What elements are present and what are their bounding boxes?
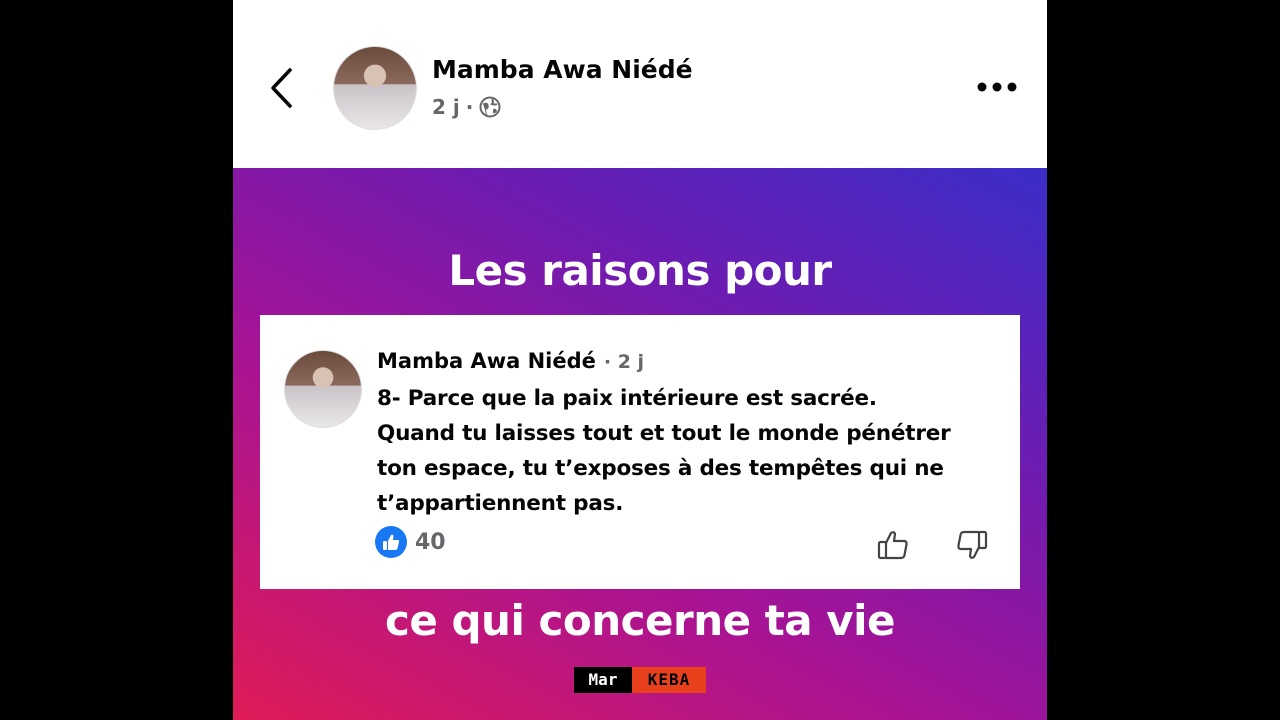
post-header: Mamba Awa Niédé 2 j · <box>233 0 1047 168</box>
author-name[interactable]: Mamba Awa Niédé <box>432 55 693 84</box>
post-image[interactable]: Les raisons pour Mamba Awa Niédé · 2 j 8… <box>233 168 1047 720</box>
comment-header: Mamba Awa Niédé · 2 j <box>377 349 644 373</box>
comment-author-avatar <box>284 350 362 428</box>
like-icon <box>383 534 400 550</box>
like-badge <box>375 526 407 558</box>
post-time[interactable]: 2 j <box>432 95 460 119</box>
comment-line: t’appartiennent pas. <box>377 491 624 516</box>
comment-line: Quand tu laisses tout et tout le monde p… <box>377 421 951 446</box>
post-meta: 2 j · <box>432 95 501 119</box>
more-options-button[interactable] <box>975 76 1019 98</box>
globe-icon <box>479 96 501 118</box>
thumbs-down-button <box>954 527 990 563</box>
thumbs-up-icon <box>877 531 908 560</box>
comment-text: 8- Parce que la paix intérieure est sacr… <box>377 381 997 521</box>
comment-line: 8- Parce que la paix intérieure est sacr… <box>377 386 877 411</box>
thumbs-down-icon <box>957 530 988 559</box>
banner-headline-top: Les raisons pour <box>448 246 832 295</box>
banner-headline-bottom: ce qui concerne ta vie <box>384 596 896 645</box>
comment-author-name: Mamba Awa Niédé <box>377 349 596 373</box>
reaction-count: 40 <box>415 529 446 555</box>
watermark-left: Mar <box>574 667 632 693</box>
thumbs-up-button <box>875 527 911 563</box>
more-horizontal-icon <box>977 82 1017 92</box>
back-button[interactable] <box>263 64 303 112</box>
post-screen: Mamba Awa Niédé 2 j · Les raisons pour M… <box>233 0 1047 720</box>
comment-card: Mamba Awa Niédé · 2 j 8- Parce que la pa… <box>260 315 1020 589</box>
comment-time: · 2 j <box>603 351 645 373</box>
comment-line: ton espace, tu t’exposes à des tempêtes … <box>377 456 944 481</box>
watermark-logo: Mar KEBA <box>574 667 706 693</box>
reaction-summary: 40 <box>375 526 446 558</box>
watermark-right: KEBA <box>632 667 706 693</box>
meta-separator: · <box>465 95 474 119</box>
chevron-left-icon <box>271 68 292 108</box>
author-avatar[interactable] <box>333 46 417 130</box>
